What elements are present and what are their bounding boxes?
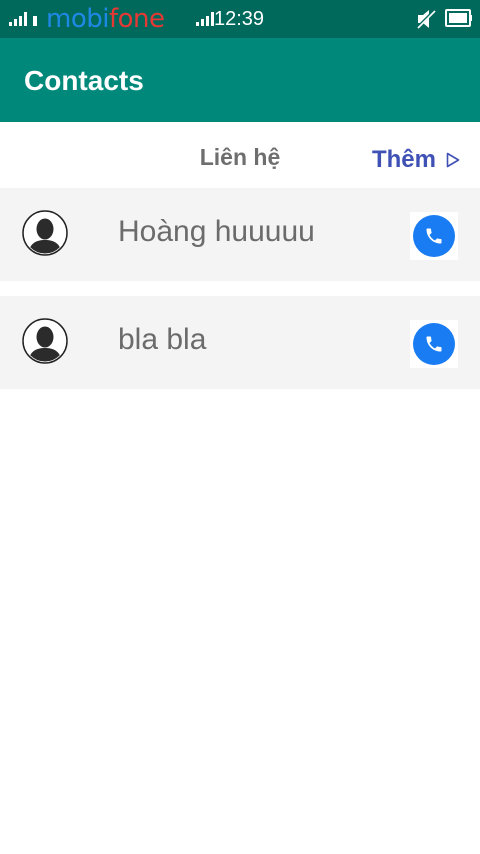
- phone-icon: [413, 323, 455, 365]
- status-bar: mobifone 12:39: [0, 0, 480, 38]
- more-label: Thêm: [371, 146, 436, 173]
- contact-row[interactable]: bla bla: [0, 296, 480, 389]
- contact-name: Hoàng huuuuu: [118, 215, 315, 248]
- phone-icon: [413, 215, 455, 257]
- list-header: Liên hệ Thêm: [0, 122, 480, 188]
- battery-icon: [445, 9, 472, 27]
- person-avatar-icon: [22, 318, 68, 364]
- signal-icon: [9, 10, 37, 26]
- call-button[interactable]: [410, 212, 458, 260]
- call-button[interactable]: [410, 320, 458, 368]
- contact-name: bla bla: [118, 323, 207, 356]
- status-time: 12:39: [214, 8, 265, 30]
- signal-icon: [196, 10, 214, 26]
- person-avatar-icon: [22, 210, 68, 256]
- contact-row[interactable]: Hoàng huuuuu: [0, 188, 480, 281]
- app-bar: Contacts: [0, 38, 480, 122]
- more-button[interactable]: Thêm: [372, 146, 460, 174]
- app-title: Contacts: [24, 65, 144, 96]
- mute-icon: [415, 8, 437, 30]
- play-arrow-icon: [446, 152, 460, 168]
- carrier-logo: mobifone: [46, 4, 165, 34]
